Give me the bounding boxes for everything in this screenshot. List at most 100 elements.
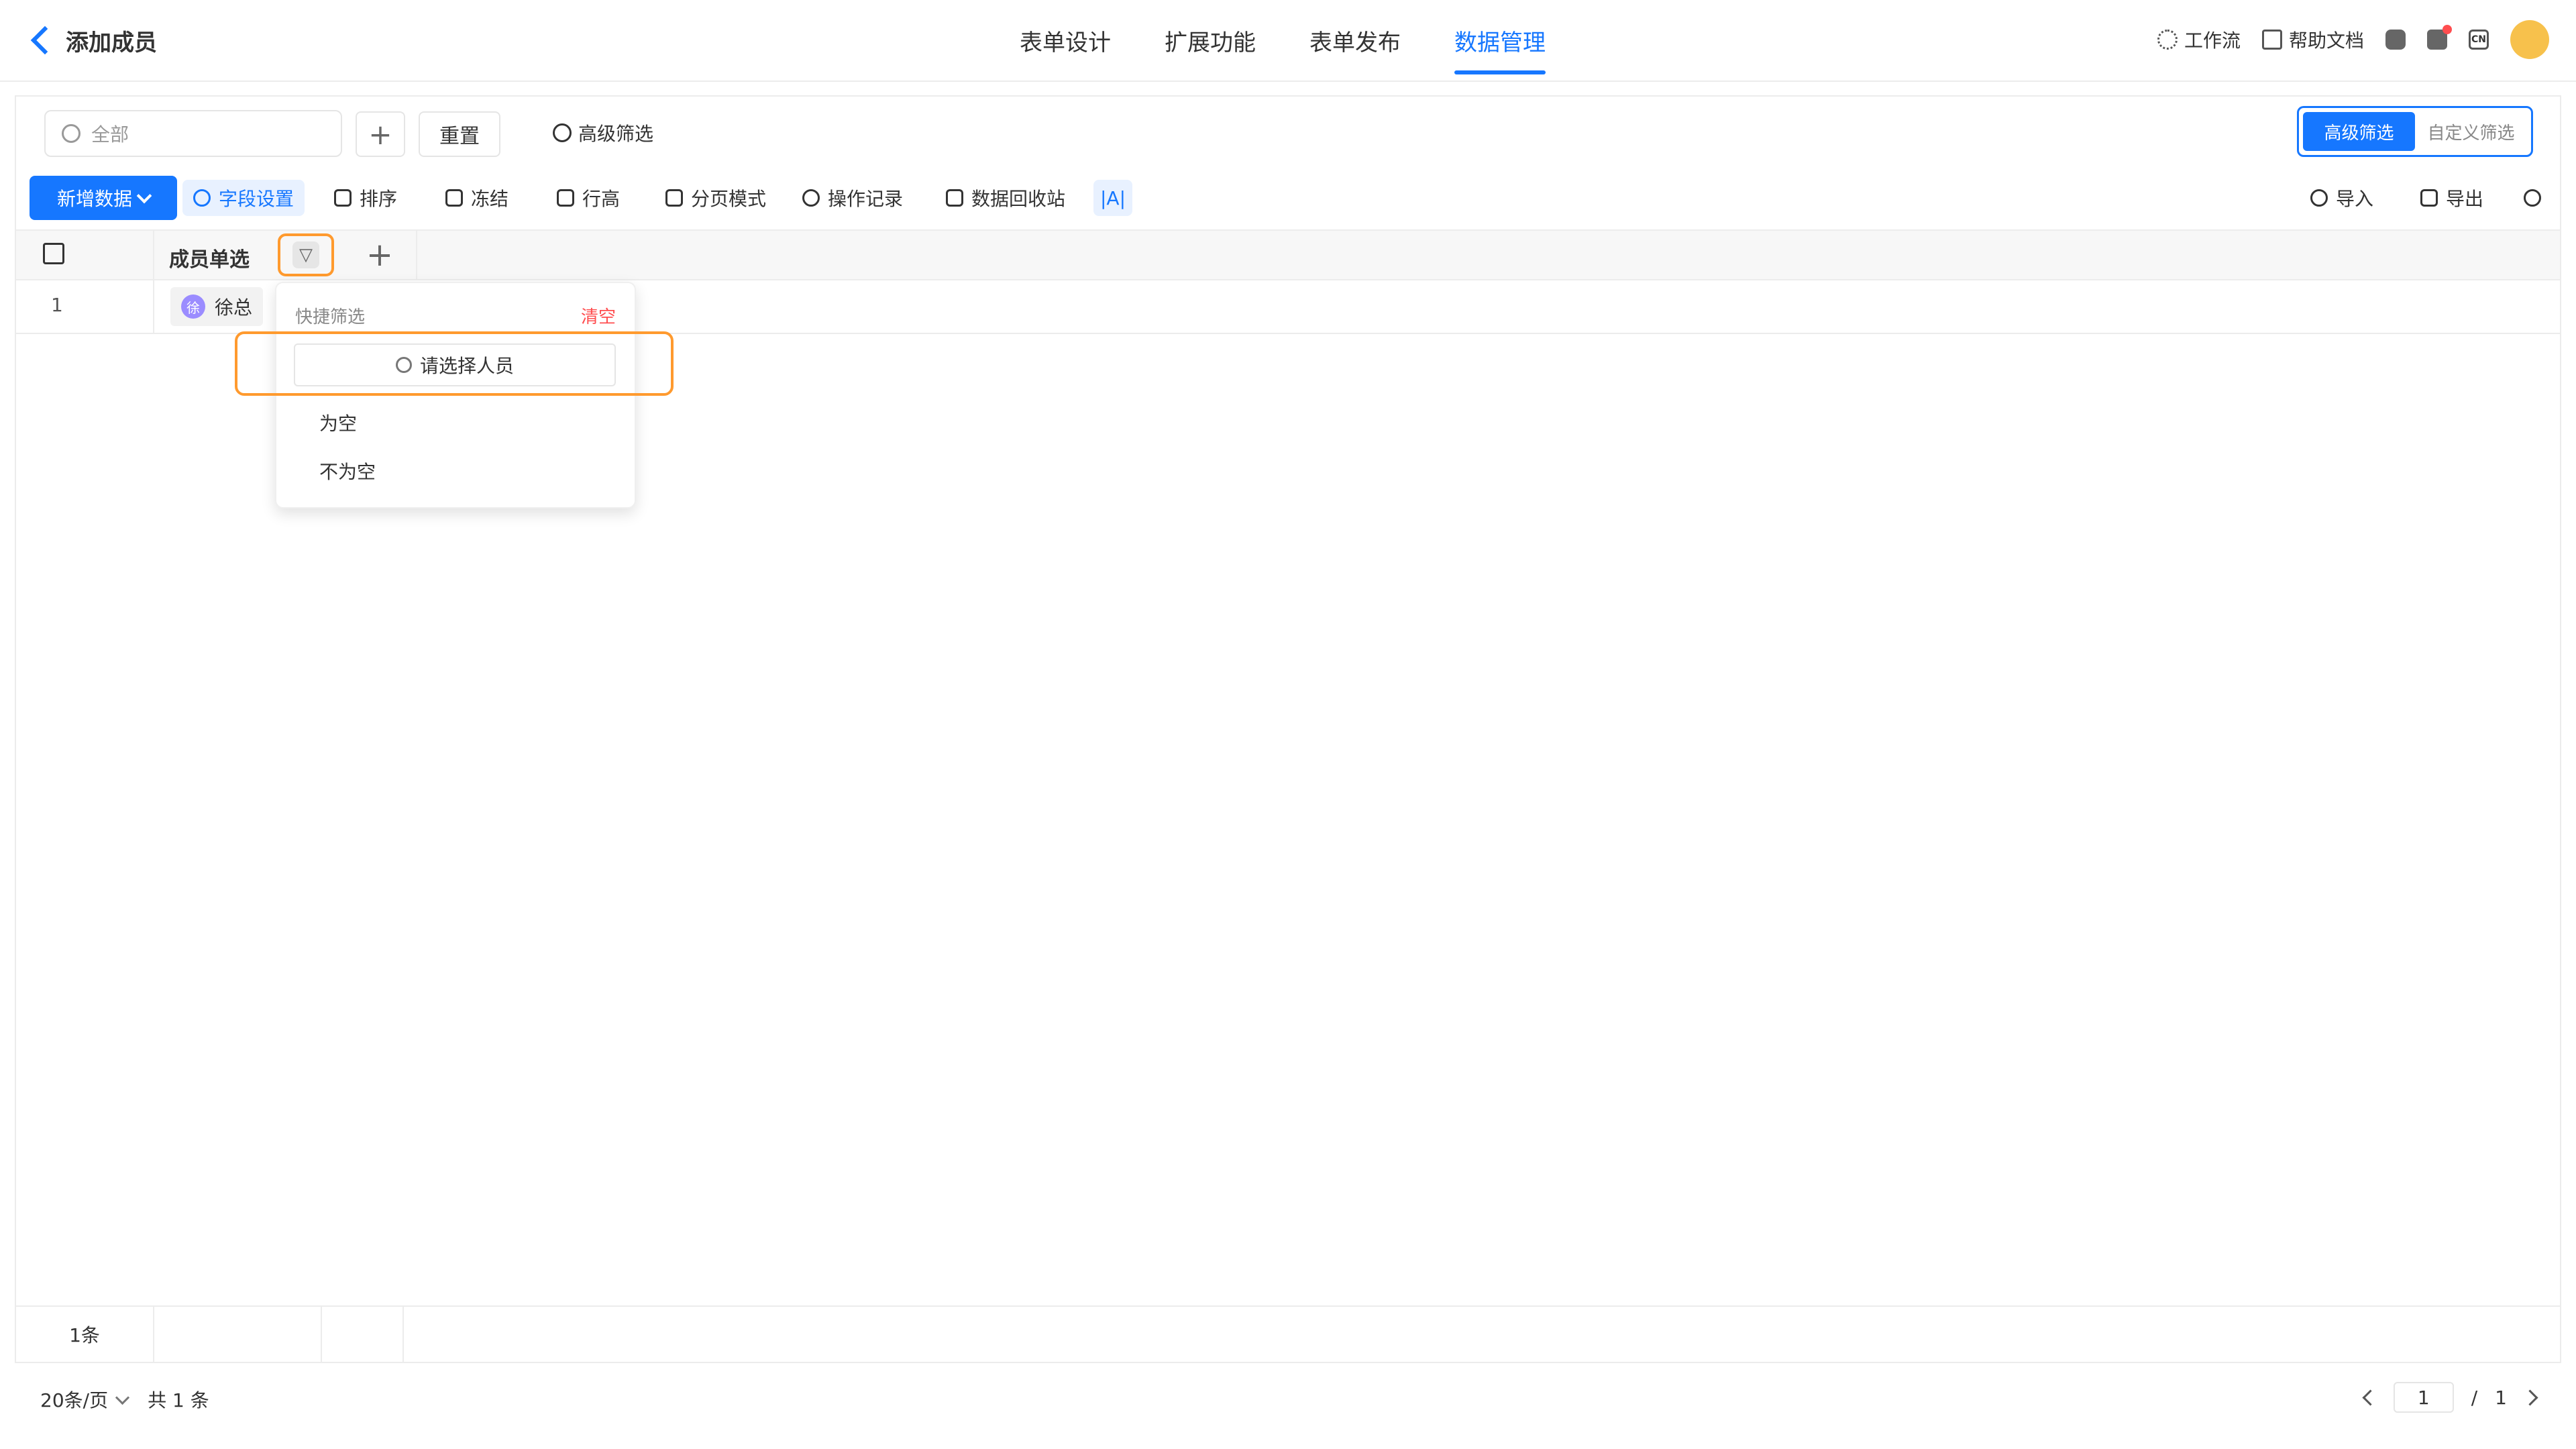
pagination-right: 1 / 1 (2362, 1382, 2538, 1413)
plus-icon: + (368, 117, 392, 151)
upload-icon (2420, 189, 2438, 207)
tab-form-design[interactable]: 表单设计 (1020, 24, 1111, 70)
member-avatar: 徐 (181, 294, 205, 319)
row-count: 1条 (16, 1307, 154, 1362)
search-icon (62, 124, 80, 143)
help-docs-button[interactable]: 帮助文档 (2261, 26, 2364, 53)
page-title: 添加成员 (66, 29, 157, 56)
row-height-label: 行高 (582, 188, 621, 210)
tab-extensions[interactable]: 扩展功能 (1165, 24, 1256, 70)
freeze-label: 冻结 (471, 188, 509, 210)
help-docs-label: 帮助文档 (2288, 30, 2364, 52)
operation-log-label: 操作记录 (828, 188, 904, 210)
contacts-icon[interactable] (2385, 30, 2406, 50)
segment-custom-filter[interactable]: 自定义筛选 (2415, 112, 2527, 151)
sort-label: 排序 (360, 188, 398, 210)
new-data-button[interactable]: 新增数据 (30, 176, 177, 220)
tab-data-management[interactable]: 数据管理 (1454, 24, 1546, 74)
workflow-button[interactable]: 工作流 (2157, 26, 2241, 53)
text-mode-button[interactable]: |A| (1093, 180, 1133, 216)
filter-option-not-empty[interactable]: 不为空 (319, 458, 376, 484)
column-title: 成员单选 (169, 248, 250, 272)
clock-icon (802, 189, 820, 207)
gear-icon (193, 189, 211, 207)
recycle-icon (946, 189, 963, 207)
import-button[interactable]: 导入 (2310, 180, 2373, 216)
tag-icon (665, 189, 683, 207)
sort-icon (334, 189, 352, 207)
clear-filter-link[interactable]: 清空 (581, 303, 616, 328)
filter-icon: ▽ (292, 241, 319, 268)
page-size-select[interactable]: 20条/页 (40, 1386, 130, 1413)
picker-placeholder: 请选择人员 (419, 355, 514, 377)
freeze-button[interactable]: 冻结 (445, 180, 508, 216)
back-button[interactable]: 添加成员 (30, 24, 157, 56)
language-icon[interactable]: CN (2469, 30, 2489, 50)
column-filter-button[interactable]: ▽ (278, 233, 334, 276)
user-avatar[interactable] (2510, 20, 2549, 59)
member-chip[interactable]: 徐 徐总 (170, 287, 264, 326)
add-column-button[interactable]: + (345, 231, 415, 279)
row-index: 1 (51, 294, 63, 316)
recycle-bin-label: 数据回收站 (971, 188, 1066, 210)
pagination: 20条/页 共 1 条 1 / 1 (0, 1368, 2576, 1436)
search-input[interactable]: 全部 (44, 110, 342, 157)
pin-icon (445, 189, 463, 207)
filter-mode-switch: 高级筛选 自定义筛选 (2297, 106, 2533, 157)
header-tools: 工作流 帮助文档 CN (2157, 20, 2549, 59)
refresh-icon (2524, 189, 2541, 207)
import-label: 导入 (2336, 188, 2374, 210)
chevron-down-icon (115, 1390, 130, 1405)
field-settings-button[interactable]: 字段设置 (182, 180, 305, 216)
cloud-upload-icon (2310, 189, 2328, 207)
message-icon[interactable] (2427, 25, 2452, 50)
select-all-checkbox[interactable] (43, 243, 64, 264)
filter-option-empty[interactable]: 为空 (319, 409, 357, 436)
paging-mode-button[interactable]: 分页模式 (665, 180, 766, 216)
total-pages: 1 (2495, 1386, 2507, 1409)
workflow-icon (2157, 30, 2178, 50)
advanced-filter-label: 高级筛选 (578, 123, 654, 145)
text-mode-label: |A| (1100, 186, 1126, 209)
row-height-button[interactable]: 行高 (557, 180, 620, 216)
add-filter-button[interactable]: + (356, 111, 405, 157)
advanced-filter-link[interactable]: 高级筛选 (553, 113, 653, 153)
total-count: 共 1 条 (148, 1389, 209, 1411)
operation-log-button[interactable]: 操作记录 (802, 180, 903, 216)
tab-form-publish[interactable]: 表单发布 (1309, 24, 1401, 70)
notification-dot (2443, 25, 2452, 34)
workflow-label: 工作流 (2184, 30, 2241, 52)
current-page-input[interactable]: 1 (2393, 1382, 2454, 1413)
back-chevron-icon (30, 25, 60, 55)
pagination-left: 20条/页 共 1 条 (40, 1386, 209, 1413)
prev-page-icon[interactable] (2362, 1389, 2379, 1406)
app-root: 添加成员 表单设计 扩展功能 表单发布 数据管理 工作流 帮助文档 CN 全部 … (0, 0, 2576, 1449)
summary-cell (153, 1307, 322, 1362)
search-icon (553, 123, 572, 142)
person-icon (395, 357, 412, 373)
top-header: 添加成员 表单设计 扩展功能 表单发布 数据管理 工作流 帮助文档 CN (0, 0, 2576, 82)
paging-mode-label: 分页模式 (691, 188, 767, 210)
search-placeholder: 全部 (91, 123, 129, 146)
next-page-icon[interactable] (2522, 1389, 2538, 1406)
reset-button[interactable]: 重置 (419, 111, 500, 157)
table-summary-row: 1条 (15, 1307, 2561, 1363)
summary-cell (321, 1307, 404, 1362)
main-tabs: 表单设计 扩展功能 表单发布 数据管理 (1020, 24, 1546, 74)
export-button[interactable]: 导出 (2420, 180, 2483, 216)
plus-icon: + (366, 236, 394, 274)
recycle-bin-button[interactable]: 数据回收站 (946, 180, 1065, 216)
data-toolbar: 新增数据 字段设置 排序 冻结 行高 分页模式 操作记录 数据回收站 |A| 导… (15, 165, 2561, 229)
page-size-value: 20条/页 (40, 1389, 109, 1411)
chevron-down-icon (136, 188, 152, 204)
field-settings-label: 字段设置 (219, 188, 294, 210)
filter-bar: 全部 + 重置 高级筛选 高级筛选 自定义筛选 (15, 95, 2561, 165)
cell-divider (153, 279, 154, 333)
page-separator: / (2471, 1386, 2478, 1409)
sort-button[interactable]: 排序 (334, 180, 397, 216)
quick-filter-title: 快捷筛选 (295, 307, 366, 327)
select-member-picker[interactable]: 请选择人员 (294, 343, 616, 386)
document-icon (2261, 30, 2282, 50)
segment-advanced-filter[interactable]: 高级筛选 (2303, 112, 2415, 151)
refresh-button[interactable] (2524, 180, 2541, 216)
